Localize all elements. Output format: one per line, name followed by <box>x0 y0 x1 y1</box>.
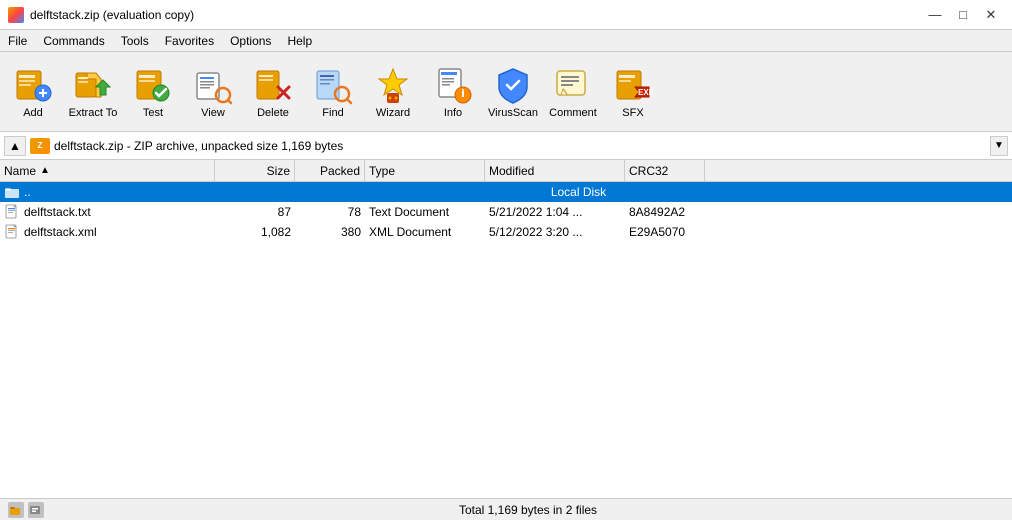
comment-label: Comment <box>549 107 597 119</box>
virusscan-button[interactable]: VirusScan <box>484 56 542 128</box>
minimize-button[interactable]: — <box>922 5 948 25</box>
status-bar: Total 1,169 bytes in 2 files <box>0 498 1012 520</box>
find-icon <box>313 65 353 105</box>
extract-button[interactable]: Extract To <box>64 56 122 128</box>
wizard-button[interactable]: Wizard <box>364 56 422 128</box>
file-cell-type: Local Disk <box>365 185 792 199</box>
status-icon-1 <box>8 502 24 518</box>
table-row[interactable]: .. Local Disk <box>0 182 1012 202</box>
file-cell-packed: 380 <box>295 222 365 242</box>
status-icon-2 <box>28 502 44 518</box>
extract-icon <box>73 65 113 105</box>
find-label: Find <box>322 107 343 119</box>
svg-text:EXE: EXE <box>638 88 653 97</box>
app-icon <box>8 7 24 23</box>
file-cell-packed: 78 <box>295 202 365 222</box>
title-bar-left: delftstack.zip (evaluation copy) <box>8 7 194 23</box>
sfx-label: SFX <box>622 107 643 119</box>
test-label: Test <box>143 107 163 119</box>
title-bar: delftstack.zip (evaluation copy) — □ ✕ <box>0 0 1012 30</box>
table-row[interactable]: delftstack.xml 1,082 380 XML Document 5/… <box>0 222 1012 242</box>
file-cell-size: 1,082 <box>215 222 295 242</box>
column-header-modified[interactable]: Modified <box>485 160 625 181</box>
file-cell-modified: 5/12/2022 3:20 ... <box>485 222 625 242</box>
view-icon <box>193 65 233 105</box>
table-row[interactable]: delftstack.txt 87 78 Text Document 5/21/… <box>0 202 1012 222</box>
add-icon <box>13 65 53 105</box>
column-header-size[interactable]: Size <box>215 160 295 181</box>
comment-button[interactable]: Comment <box>544 56 602 128</box>
column-headers: Name ▲ Size Packed Type Modified CRC32 <box>0 160 1012 182</box>
file-cell-name: delftstack.txt <box>0 202 215 222</box>
extract-label: Extract To <box>69 107 118 119</box>
file-cell-packed <box>295 182 365 202</box>
toolbar: Add Extract To Test <box>0 52 1012 132</box>
info-button[interactable]: Info <box>424 56 482 128</box>
menu-help[interactable]: Help <box>279 32 320 50</box>
file-cell-crc <box>932 182 1012 202</box>
parent-folder-icon <box>4 184 20 200</box>
menu-tools[interactable]: Tools <box>113 32 157 50</box>
wizard-label: Wizard <box>376 107 410 119</box>
close-button[interactable]: ✕ <box>978 5 1004 25</box>
txt-file-icon <box>4 204 20 220</box>
address-text: delftstack.zip - ZIP archive, unpacked s… <box>54 139 986 153</box>
info-icon <box>433 65 473 105</box>
status-icons <box>8 502 44 518</box>
address-dropdown-button[interactable]: ▼ <box>990 136 1008 156</box>
add-button[interactable]: Add <box>4 56 62 128</box>
file-cell-modified <box>792 182 932 202</box>
file-cell-crc: E29A5070 <box>625 222 705 242</box>
view-label: View <box>201 107 225 119</box>
address-bar: ▲ Z delftstack.zip - ZIP archive, unpack… <box>0 132 1012 160</box>
view-button[interactable]: View <box>184 56 242 128</box>
xml-file-icon <box>4 224 20 240</box>
sfx-icon: EXE <box>613 65 653 105</box>
comment-icon <box>553 65 593 105</box>
file-cell-modified: 5/21/2022 1:04 ... <box>485 202 625 222</box>
file-cell-type: Text Document <box>365 202 485 222</box>
up-arrow-icon: ▲ <box>9 139 21 153</box>
file-cell-size <box>215 182 295 202</box>
add-label: Add <box>23 107 43 119</box>
column-header-crc[interactable]: CRC32 <box>625 160 705 181</box>
file-cell-crc: 8A8492A2 <box>625 202 705 222</box>
navigate-up-button[interactable]: ▲ <box>4 136 26 156</box>
info-label: Info <box>444 107 462 119</box>
menu-file[interactable]: File <box>0 32 35 50</box>
status-text: Total 1,169 bytes in 2 files <box>52 503 1004 517</box>
sort-icon: ▲ <box>40 165 50 176</box>
test-icon <box>133 65 173 105</box>
sfx-button[interactable]: EXE SFX <box>604 56 662 128</box>
delete-label: Delete <box>257 107 289 119</box>
zip-file-icon: Z <box>30 138 50 154</box>
file-cell-name: .. <box>0 182 215 202</box>
virusscan-icon <box>493 65 533 105</box>
column-header-packed[interactable]: Packed <box>295 160 365 181</box>
menu-commands[interactable]: Commands <box>35 32 112 50</box>
delete-button[interactable]: Delete <box>244 56 302 128</box>
menu-favorites[interactable]: Favorites <box>157 32 222 50</box>
virusscan-label: VirusScan <box>488 107 538 119</box>
maximize-button[interactable]: □ <box>950 5 976 25</box>
delete-icon <box>253 65 293 105</box>
file-list-container: Name ▲ Size Packed Type Modified CRC32 <box>0 160 1012 498</box>
column-header-type[interactable]: Type <box>365 160 485 181</box>
wizard-icon <box>373 65 413 105</box>
title-controls: — □ ✕ <box>922 5 1004 25</box>
file-cell-name: delftstack.xml <box>0 222 215 242</box>
file-cell-size: 87 <box>215 202 295 222</box>
file-cell-type: XML Document <box>365 222 485 242</box>
column-header-name[interactable]: Name ▲ <box>0 160 215 181</box>
menu-bar: File Commands Tools Favorites Options He… <box>0 30 1012 52</box>
window-title: delftstack.zip (evaluation copy) <box>30 8 194 22</box>
menu-options[interactable]: Options <box>222 32 279 50</box>
find-button[interactable]: Find <box>304 56 362 128</box>
test-button[interactable]: Test <box>124 56 182 128</box>
